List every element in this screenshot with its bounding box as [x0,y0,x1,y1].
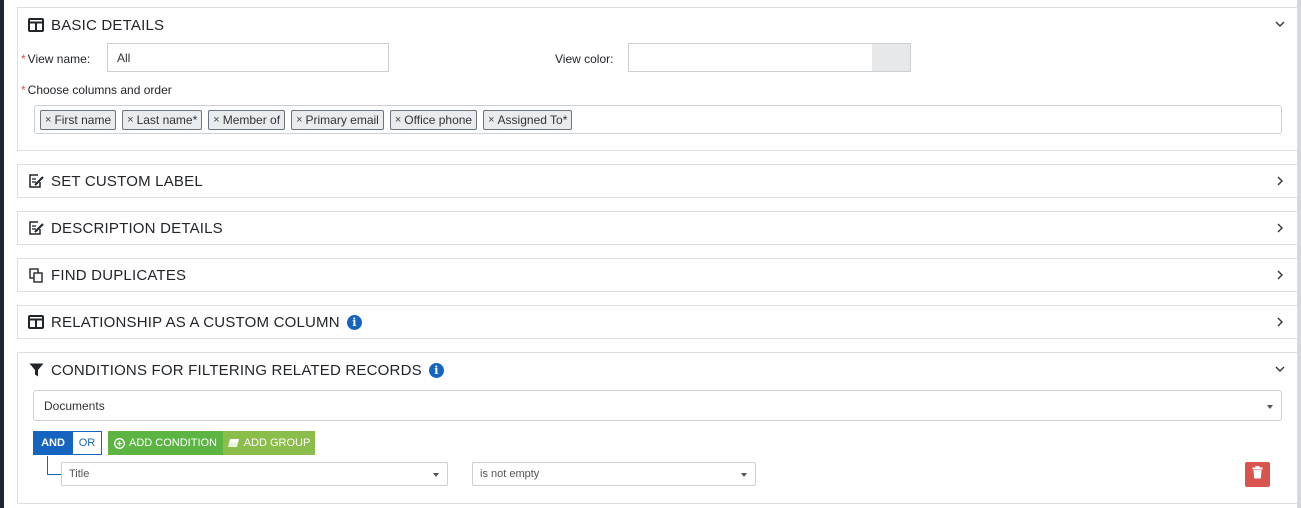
view-name-input[interactable]: All [107,43,389,72]
columns-icon [28,17,44,33]
info-icon[interactable]: i [346,314,362,330]
remove-tag-icon[interactable]: × [213,114,219,126]
column-tag[interactable]: × Assigned To* [483,109,573,130]
chevron-right-icon[interactable] [1273,268,1287,282]
info-icon[interactable]: i [428,362,444,378]
basic-details-header[interactable]: BASIC DETAILS [18,8,1297,42]
column-tag[interactable]: × Office phone [389,109,478,130]
remove-tag-icon[interactable]: × [45,114,51,126]
column-tag[interactable]: × Primary email [291,109,384,130]
chevron-down-icon[interactable] [1273,362,1287,376]
view-name-label: * View name: [21,52,91,66]
chevron-right-icon[interactable] [1273,174,1287,188]
description-title: DESCRIPTION DETAILS [51,219,223,237]
remove-tag-icon[interactable]: × [127,114,133,126]
tree-connector [47,474,61,475]
relationship-panel: RELATIONSHIP AS A CUSTOM COLUMN i [17,305,1298,339]
layers-icon [227,438,240,448]
column-tag[interactable]: × Last name* [122,109,203,130]
condition-field-select[interactable]: Title [61,462,448,486]
remove-tag-icon[interactable]: × [488,114,494,126]
remove-tag-icon[interactable]: × [395,114,401,126]
description-panel: DESCRIPTION DETAILS [17,211,1298,245]
chevron-right-icon[interactable] [1273,221,1287,235]
view-color-swatch[interactable] [872,43,911,72]
remove-tag-icon[interactable]: × [296,114,302,126]
conditions-header[interactable]: CONDITIONS FOR FILTERING RELATED RECORDS… [18,353,1297,387]
add-condition-button[interactable]: ADD CONDITION [108,431,223,455]
trash-icon [1252,465,1263,484]
columns-icon [28,314,44,330]
caret-down-icon [433,473,439,477]
edit-document-icon [28,173,44,189]
conditions-title: CONDITIONS FOR FILTERING RELATED RECORDS [51,361,422,379]
chevron-down-icon[interactable] [1273,17,1287,31]
condition-operator-select[interactable]: is not empty [472,462,756,486]
sidebar-edge [0,0,4,508]
filter-icon [28,362,44,378]
relationship-title: RELATIONSHIP AS A CUSTOM COLUMN [51,313,340,331]
chevron-right-icon[interactable] [1273,315,1287,329]
duplicates-panel: FIND DUPLICATES [17,258,1298,292]
description-header[interactable]: DESCRIPTION DETAILS [18,212,1297,244]
basic-details-panel: BASIC DETAILS * View name: All View color… [17,7,1298,151]
related-module-select[interactable]: Documents [33,390,1282,421]
relationship-header[interactable]: RELATIONSHIP AS A CUSTOM COLUMN i [18,306,1297,338]
caret-down-icon [741,473,747,477]
columns-multiselect[interactable]: × First name × Last name* × Member of × Prim… [34,105,1282,134]
columns-label: * Choose columns and order [21,83,172,97]
custom-label-title: SET CUSTOM LABEL [51,172,203,190]
or-button[interactable]: OR [72,431,102,455]
duplicates-title: FIND DUPLICATES [51,266,187,284]
copy-icon [28,267,44,283]
plus-circle-icon [114,437,125,449]
duplicates-header[interactable]: FIND DUPLICATES [18,259,1297,291]
view-color-input[interactable] [628,43,873,72]
column-tag[interactable]: × First name [40,109,117,130]
basic-details-title: BASIC DETAILS [51,16,165,34]
custom-label-header[interactable]: SET CUSTOM LABEL [18,165,1297,197]
delete-condition-button[interactable] [1245,462,1270,487]
tree-connector [47,456,48,474]
column-tag[interactable]: × Member of [208,109,286,130]
add-group-button[interactable]: ADD GROUP [223,431,315,455]
edit-document-icon [28,220,44,236]
and-button[interactable]: AND [33,431,73,455]
custom-label-panel: SET CUSTOM LABEL [17,164,1298,198]
view-color-label: View color: [555,52,614,66]
caret-down-icon [1267,404,1273,409]
